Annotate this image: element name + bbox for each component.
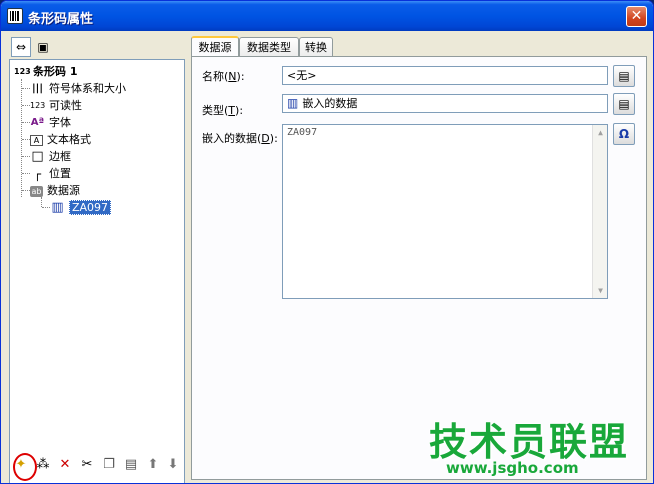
window-title: 条形码属性 xyxy=(28,12,94,27)
tree-item-symbology[interactable]: ||| 符号体系和大小 xyxy=(30,80,126,97)
barcode-icon: 123 xyxy=(14,67,31,76)
tree-connector xyxy=(22,190,30,191)
numbers-icon: 123 xyxy=(30,101,46,110)
embedded-data-icon: ▥ xyxy=(287,96,299,110)
delete-icon[interactable]: ✕ xyxy=(55,455,75,475)
type-field[interactable]: ▥ 嵌入的数据 xyxy=(282,94,608,113)
tree-connector xyxy=(21,79,22,197)
barcode-properties-dialog: 条形码属性 ✕ ⇔ ▣ 123 条形码 1 ||| 符号体系和大小 123 可读性 A… xyxy=(0,0,654,484)
tab-transform[interactable]: 转换 xyxy=(299,37,333,57)
title-bar[interactable]: 条形码属性 ✕ xyxy=(1,1,653,31)
type-edit-icon[interactable]: ▤ xyxy=(613,93,635,115)
embedded-data-icon: ▥ xyxy=(51,200,64,215)
tree-item-label: 可读性 xyxy=(49,99,82,112)
tab-data-type[interactable]: 数据类型 xyxy=(239,37,299,57)
tree-connector xyxy=(41,197,42,207)
barcode-icon xyxy=(7,8,23,24)
data-source-icon: ab xyxy=(30,185,43,197)
move-up-icon[interactable]: ⬆ xyxy=(143,455,163,475)
watermark-logo-text: 技术员联盟 xyxy=(429,420,630,464)
position-icon: ┌ xyxy=(33,167,42,181)
layers-icon[interactable]: ▣ xyxy=(33,37,53,57)
tree-root-label: 条形码 1 xyxy=(33,65,78,78)
tree-item-position[interactable]: ┌ 位置 xyxy=(30,165,71,182)
tree-item-selected-label: ZA097 xyxy=(69,200,112,215)
vertical-scrollbar[interactable]: ▲ ▼ xyxy=(592,125,607,298)
name-edit-icon[interactable]: ▤ xyxy=(613,65,635,87)
tree-item-text-format[interactable]: A 文本格式 xyxy=(30,131,91,148)
collapse-icon[interactable]: ⇔ xyxy=(11,37,31,57)
highlight-circle xyxy=(13,453,37,481)
tree-item-data-source[interactable]: ab 数据源 xyxy=(30,182,80,199)
tree-connector xyxy=(22,105,30,106)
tree-connector xyxy=(22,173,30,174)
tree-item-label: 数据源 xyxy=(47,184,80,197)
tree-item-za097[interactable]: ▥ ZA097 xyxy=(50,199,112,216)
text-format-icon: A xyxy=(30,134,43,146)
paste-icon[interactable]: ▤ xyxy=(121,455,141,475)
left-toolbar: ⇔ ▣ xyxy=(9,35,185,59)
tree-item-label: 位置 xyxy=(49,167,71,180)
barcode-lines-icon: ||| xyxy=(32,83,43,94)
tab-data-source[interactable]: 数据源 xyxy=(191,36,239,58)
font-icon: Aª xyxy=(30,117,45,128)
tree-item-readability[interactable]: 123 可读性 xyxy=(30,97,82,114)
tree-connector xyxy=(22,88,30,89)
tree-item-font[interactable]: Aª 字体 xyxy=(30,114,71,131)
embedded-data-value: ZA097 xyxy=(287,127,318,138)
tree-root-barcode[interactable]: 123 条形码 1 xyxy=(14,63,77,80)
property-tree[interactable]: 123 条形码 1 ||| 符号体系和大小 123 可读性 Aª 字体 A 文本格式 □ 边… xyxy=(9,59,185,483)
name-field[interactable]: <无> xyxy=(282,66,608,85)
name-label: 名称(N): xyxy=(202,70,245,83)
embedded-data-textarea[interactable]: ZA097 ▲ ▼ xyxy=(282,124,608,299)
embedded-data-label: 嵌入的数据(D): xyxy=(202,132,278,145)
left-pane: ⇔ ▣ 123条形码 1 |||符号体系和大小 123可读性 Aª字体 xyxy=(9,35,185,483)
scroll-up-icon[interactable]: ▲ xyxy=(593,125,608,140)
close-button[interactable]: ✕ xyxy=(626,6,647,27)
tree-item-label: 文本格式 xyxy=(47,133,91,146)
border-icon: □ xyxy=(31,149,44,164)
omega-icon[interactable]: Ω xyxy=(613,123,635,145)
cut-icon[interactable]: ✂ xyxy=(77,455,97,475)
tree-item-label: 边框 xyxy=(49,150,71,163)
tree-connector xyxy=(22,122,30,123)
tree-item-label: 符号体系和大小 xyxy=(49,82,126,95)
tree-item-label: 字体 xyxy=(49,116,71,129)
watermark-url: www.jsgho.com xyxy=(446,459,579,477)
tree-connector xyxy=(42,207,50,208)
tree-item-border[interactable]: □ 边框 xyxy=(30,148,71,165)
copy-icon[interactable]: ❐ xyxy=(99,455,119,475)
tree-connector xyxy=(22,156,30,157)
tree-connector xyxy=(22,139,30,140)
type-label: 类型(T): xyxy=(202,104,244,117)
move-down-icon[interactable]: ⬇ xyxy=(163,455,183,475)
scroll-down-icon[interactable]: ▼ xyxy=(593,283,608,298)
type-value: 嵌入的数据 xyxy=(302,97,358,110)
